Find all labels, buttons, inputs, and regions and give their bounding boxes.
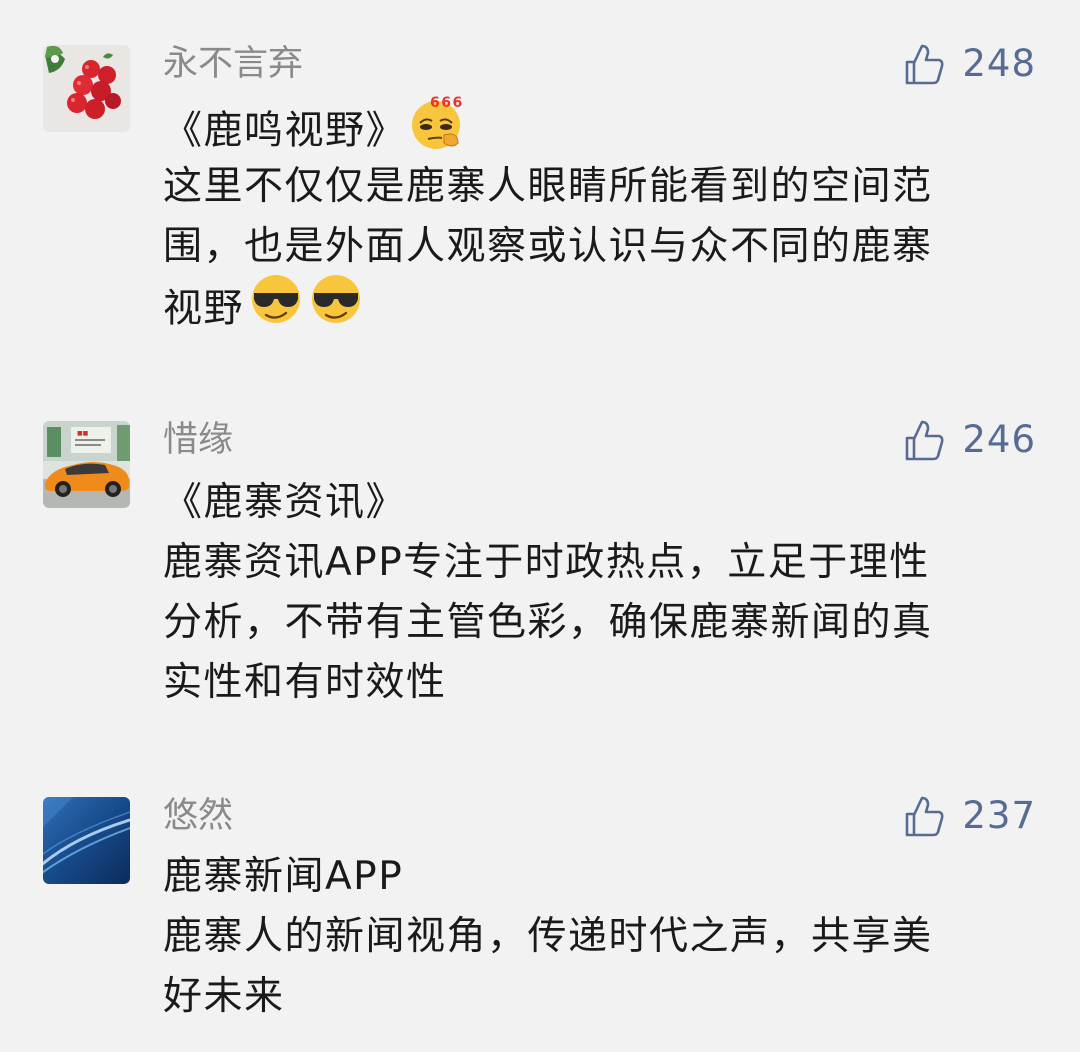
thumbs-up-icon <box>906 796 944 837</box>
comment-line: 《鹿鸣视野》 666 <box>163 95 1023 157</box>
like-count: 248 <box>962 42 1036 85</box>
like-button[interactable]: 237 <box>904 792 1036 840</box>
comment-line: 分析，不带有主管色彩，确保鹿寨新闻的真 <box>163 600 933 645</box>
like-button[interactable]: 248 <box>904 40 1036 88</box>
sunglasses-emoji-icon <box>308 271 364 345</box>
comment-line: 鹿寨人的新闻视角，传递时代之声，共享美 <box>163 914 933 959</box>
comment-username[interactable]: 惜缘 <box>163 420 233 460</box>
comment-username[interactable]: 永不言弃 <box>163 44 303 84</box>
svg-text:666: 666 <box>430 95 464 111</box>
comment-username[interactable]: 悠然 <box>163 796 233 836</box>
like-button[interactable]: 246 <box>904 416 1036 464</box>
comment-line: 实性和有时效性 <box>163 660 447 705</box>
comment-text: 《鹿鸣视野》 666 这里不仅仅是鹿寨人眼睛所能看到的空间范 围，也是外面人观察… <box>163 95 1023 337</box>
comment-line: 《鹿寨资讯》 <box>163 480 407 525</box>
orange-sports-car-avatar-icon: ■■ <box>43 421 130 508</box>
comment-text: 鹿寨新闻APP 鹿寨人的新闻视角，传递时代之声，共享美 好未来 <box>163 847 1023 1027</box>
comment-line: 鹿寨新闻APP <box>163 854 404 899</box>
comment-line: 好未来 <box>163 974 285 1019</box>
strawberries-avatar-icon <box>43 45 130 132</box>
thumbs-up-icon <box>906 44 944 85</box>
like-count: 246 <box>962 418 1036 461</box>
avatar[interactable] <box>43 797 130 884</box>
thumbs-up-icon <box>906 420 944 461</box>
comment-line: 这里不仅仅是鹿寨人眼睛所能看到的空间范 <box>163 164 933 209</box>
comment-line: 视野 <box>163 275 1023 337</box>
comment-line: 围，也是外面人观察或认识与众不同的鹿寨 <box>163 224 933 269</box>
svg-text:■■: ■■ <box>77 430 89 437</box>
sunglasses-emoji-icon <box>248 271 304 345</box>
comment-line: 鹿寨资讯APP专注于时政热点，立足于理性 <box>163 540 930 585</box>
avatar[interactable]: ■■ <box>43 421 130 508</box>
avatar[interactable] <box>43 45 130 132</box>
like-count: 237 <box>962 794 1036 837</box>
blue-abstract-avatar-icon <box>43 797 130 884</box>
comment-text: 《鹿寨资讯》 鹿寨资讯APP专注于时政热点，立足于理性 分析，不带有主管色彩，确… <box>163 473 1023 713</box>
